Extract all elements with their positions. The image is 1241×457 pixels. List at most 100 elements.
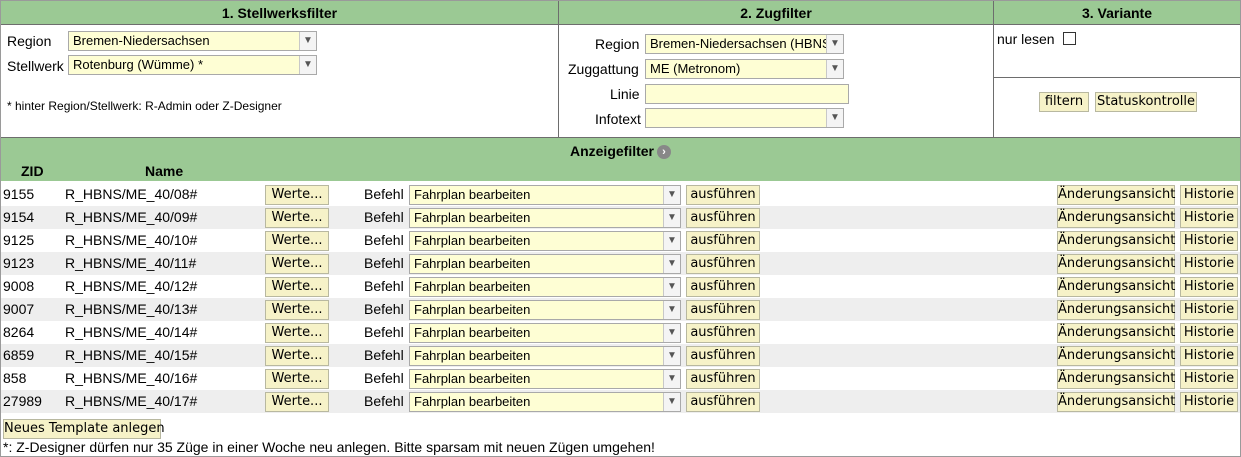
befehl-select[interactable]: Fahrplan bearbeiten ▼ — [409, 392, 681, 412]
zuggattung-label: Zuggattung — [568, 61, 639, 77]
aenderungsansicht-button[interactable]: Änderungsansicht — [1057, 231, 1175, 251]
befehl-select[interactable]: Fahrplan bearbeiten ▼ — [409, 346, 681, 366]
infotext-select[interactable]: ▼ — [645, 108, 844, 128]
chevron-down-icon: ▼ — [663, 278, 680, 296]
region-select[interactable]: Bremen-Niedersachsen ▼ — [68, 31, 317, 51]
historie-button[interactable]: Historie — [1180, 369, 1238, 389]
aenderungsansicht-button[interactable]: Änderungsansicht — [1057, 277, 1175, 297]
stellwerk-select-value: Rotenburg (Wümme) * — [73, 57, 204, 72]
ausfuehren-button[interactable]: ausführen — [686, 300, 760, 320]
row-name: R_HBNS/ME_40/09# — [65, 209, 198, 225]
befehl-select[interactable]: Fahrplan bearbeiten ▼ — [409, 254, 681, 274]
aenderungsansicht-button[interactable]: Änderungsansicht — [1057, 185, 1175, 205]
befehl-select[interactable]: Fahrplan bearbeiten ▼ — [409, 208, 681, 228]
chevron-down-icon: ▼ — [663, 232, 680, 250]
statuskontrolle-button[interactable]: Statuskontrolle — [1095, 92, 1197, 112]
werte-button[interactable]: Werte... — [265, 300, 329, 320]
werte-button[interactable]: Werte... — [265, 392, 329, 412]
werte-button[interactable]: Werte... — [265, 369, 329, 389]
historie-button[interactable]: Historie — [1180, 323, 1238, 343]
stellwerksfilter-header: 1. Stellwerksfilter — [1, 1, 559, 25]
chevron-down-icon: ▼ — [663, 347, 680, 365]
aenderungsansicht-button[interactable]: Änderungsansicht — [1057, 254, 1175, 274]
stellwerk-note: * hinter Region/Stellwerk: R-Admin oder … — [7, 99, 282, 113]
ausfuehren-button[interactable]: ausführen — [686, 346, 760, 366]
befehl-label: Befehl — [364, 393, 404, 409]
row-zid: 9154 — [3, 209, 35, 225]
divider — [558, 25, 559, 138]
werte-button[interactable]: Werte... — [265, 346, 329, 366]
anzeigefilter-title[interactable]: Anzeigefilter › — [1, 143, 1240, 159]
werte-button[interactable]: Werte... — [265, 208, 329, 228]
aenderungsansicht-button[interactable]: Änderungsansicht — [1057, 346, 1175, 366]
row-zid: 8264 — [3, 324, 35, 340]
befehl-select[interactable]: Fahrplan bearbeiten ▼ — [409, 323, 681, 343]
befehl-select-value: Fahrplan bearbeiten — [414, 348, 531, 363]
row-name: R_HBNS/ME_40/15# — [65, 347, 198, 363]
variante-header: 3. Variante — [994, 1, 1240, 25]
ausfuehren-button[interactable]: ausführen — [686, 208, 760, 228]
historie-button[interactable]: Historie — [1180, 346, 1238, 366]
table-row: 9155 R_HBNS/ME_40/08# Werte... Befehl Fahrpl… — [1, 183, 1240, 206]
chevron-down-icon: ▼ — [663, 324, 680, 342]
befehl-select[interactable]: Fahrplan bearbeiten ▼ — [409, 185, 681, 205]
historie-button[interactable]: Historie — [1180, 300, 1238, 320]
table-row: 9154 R_HBNS/ME_40/09# Werte... Befehl Fahrpl… — [1, 206, 1240, 229]
ausfuehren-button[interactable]: ausführen — [686, 369, 760, 389]
befehl-select[interactable]: Fahrplan bearbeiten ▼ — [409, 231, 681, 251]
zug-region-select[interactable]: Bremen-Niedersachsen (HBNS) ▼ — [645, 34, 844, 54]
row-zid: 9123 — [3, 255, 35, 271]
werte-button[interactable]: Werte... — [265, 323, 329, 343]
aenderungsansicht-button[interactable]: Änderungsansicht — [1057, 392, 1175, 412]
historie-button[interactable]: Historie — [1180, 231, 1238, 251]
filter-button[interactable]: filtern — [1039, 92, 1089, 112]
historie-button[interactable]: Historie — [1180, 185, 1238, 205]
aenderungsansicht-button[interactable]: Änderungsansicht — [1057, 323, 1175, 343]
werte-button[interactable]: Werte... — [265, 277, 329, 297]
nur-lesen-checkbox[interactable] — [1063, 32, 1076, 45]
historie-button[interactable]: Historie — [1180, 208, 1238, 228]
main-frame: 1. Stellwerksfilter 2. Zugfilter 3. Vari… — [0, 0, 1241, 457]
aenderungsansicht-button[interactable]: Änderungsansicht — [1057, 369, 1175, 389]
zugfilter-header: 2. Zugfilter — [559, 1, 994, 25]
chevron-right-icon[interactable]: › — [657, 145, 671, 159]
ausfuehren-button[interactable]: ausführen — [686, 185, 760, 205]
befehl-select-value: Fahrplan bearbeiten — [414, 325, 531, 340]
table-row: 27989 R_HBNS/ME_40/17# Werte... Befehl Fahrp… — [1, 390, 1240, 413]
ausfuehren-button[interactable]: ausführen — [686, 392, 760, 412]
ausfuehren-button[interactable]: ausführen — [686, 231, 760, 251]
befehl-select[interactable]: Fahrplan bearbeiten ▼ — [409, 300, 681, 320]
ausfuehren-button[interactable]: ausführen — [686, 254, 760, 274]
befehl-select-value: Fahrplan bearbeiten — [414, 394, 531, 409]
row-name: R_HBNS/ME_40/08# — [65, 186, 198, 202]
befehl-select-value: Fahrplan bearbeiten — [414, 371, 531, 386]
befehl-select-value: Fahrplan bearbeiten — [414, 279, 531, 294]
werte-button[interactable]: Werte... — [265, 231, 329, 251]
stellwerk-select[interactable]: Rotenburg (Wümme) * ▼ — [68, 55, 317, 75]
befehl-label: Befehl — [364, 278, 404, 294]
befehl-select[interactable]: Fahrplan bearbeiten ▼ — [409, 369, 681, 389]
befehl-label: Befehl — [364, 347, 404, 363]
anzeigefilter-bar: Anzeigefilter › ZID Name — [1, 138, 1240, 181]
linie-input[interactable] — [645, 84, 849, 104]
aenderungsansicht-button[interactable]: Änderungsansicht — [1057, 300, 1175, 320]
befehl-select[interactable]: Fahrplan bearbeiten ▼ — [409, 277, 681, 297]
ausfuehren-button[interactable]: ausführen — [686, 323, 760, 343]
row-name: R_HBNS/ME_40/17# — [65, 393, 198, 409]
table-row: 6859 R_HBNS/ME_40/15# Werte... Befehl Fahrpl… — [1, 344, 1240, 367]
ausfuehren-button[interactable]: ausführen — [686, 277, 760, 297]
befehl-select-value: Fahrplan bearbeiten — [414, 302, 531, 317]
historie-button[interactable]: Historie — [1180, 392, 1238, 412]
aenderungsansicht-button[interactable]: Änderungsansicht — [1057, 208, 1175, 228]
historie-button[interactable]: Historie — [1180, 254, 1238, 274]
linie-label: Linie — [610, 86, 640, 102]
werte-button[interactable]: Werte... — [265, 185, 329, 205]
region-label: Region — [7, 33, 52, 49]
table-row: 9007 R_HBNS/ME_40/13# Werte... Befehl Fahrpl… — [1, 298, 1240, 321]
werte-button[interactable]: Werte... — [265, 254, 329, 274]
new-template-button[interactable]: Neues Template anlegen — [3, 419, 165, 439]
chevron-down-icon: ▼ — [826, 60, 843, 78]
nur-lesen-label: nur lesen — [997, 31, 1055, 47]
historie-button[interactable]: Historie — [1180, 277, 1238, 297]
zuggattung-select[interactable]: ME (Metronom) ▼ — [645, 59, 844, 79]
